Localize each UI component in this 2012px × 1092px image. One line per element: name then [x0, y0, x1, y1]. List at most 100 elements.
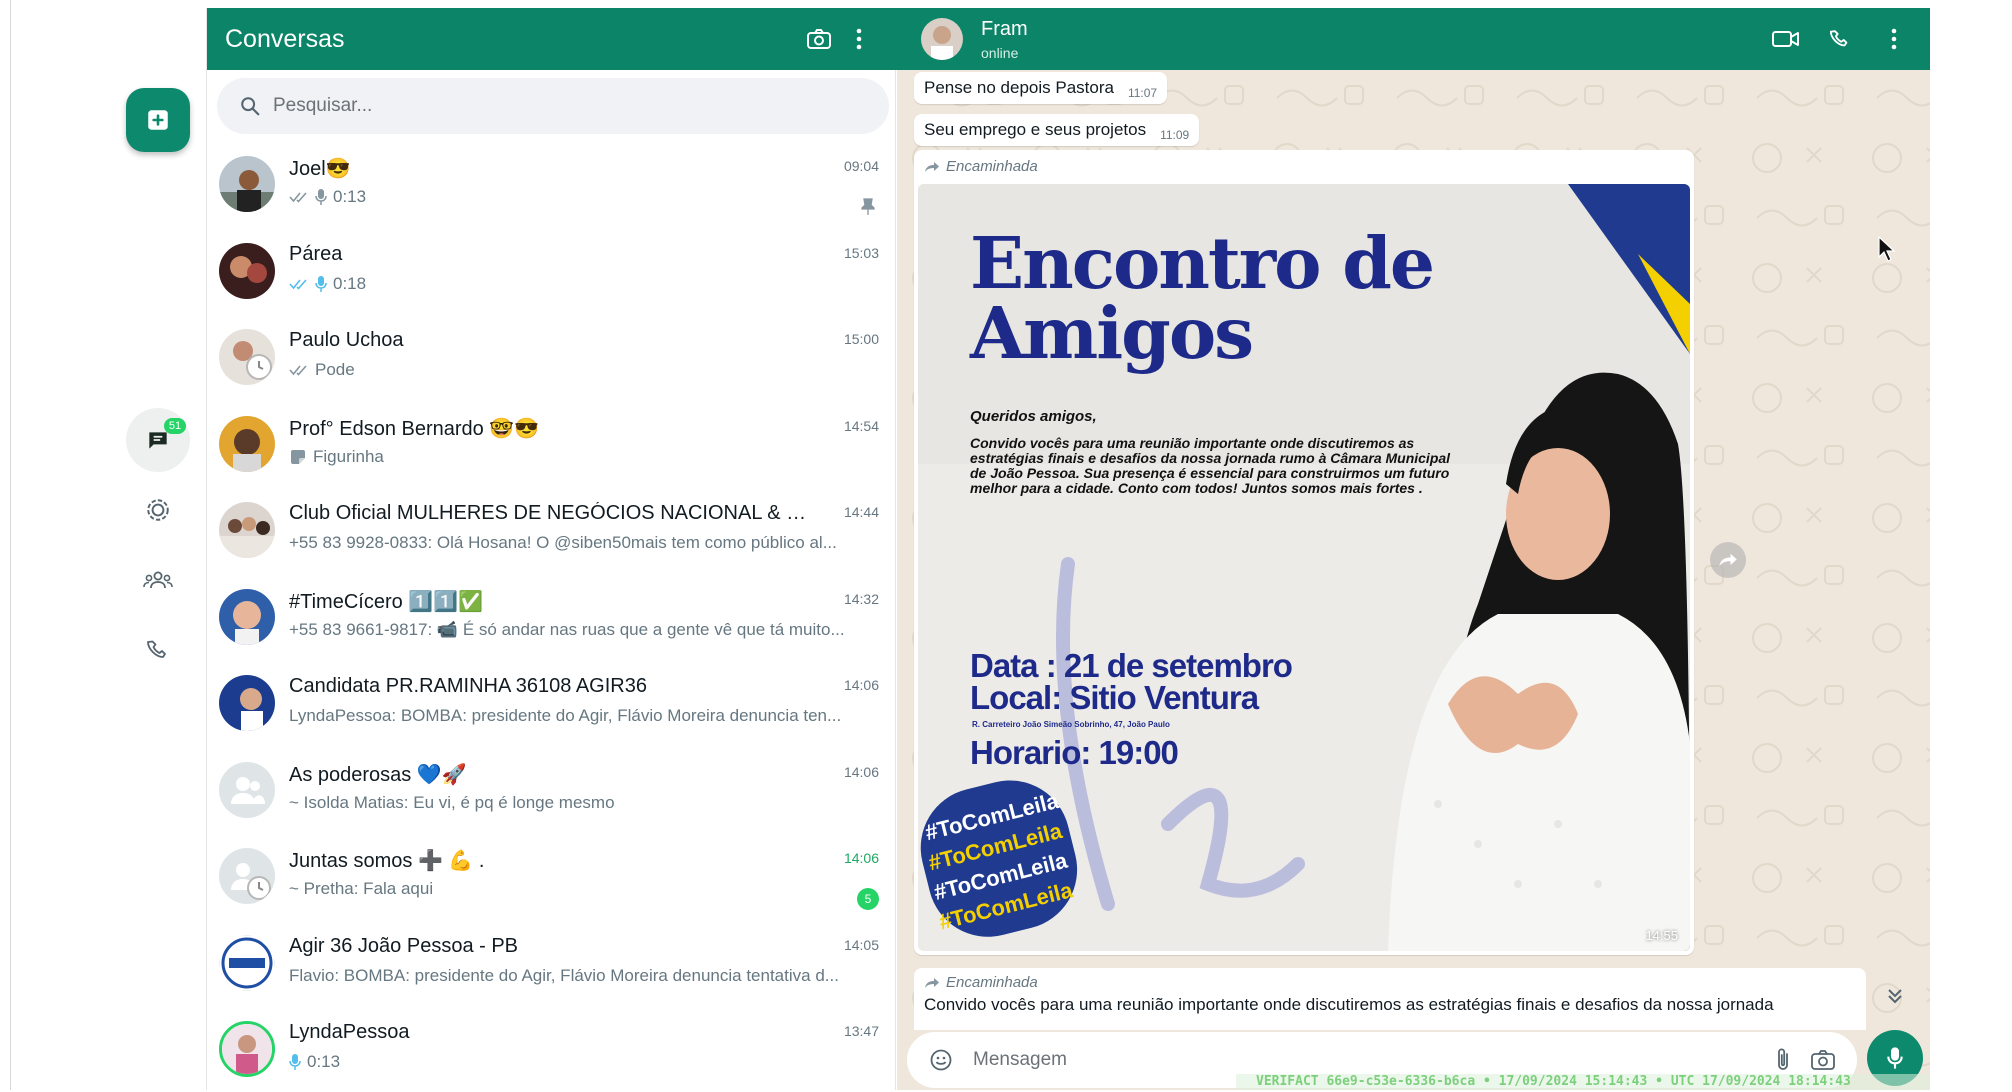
search-input[interactable]: [273, 95, 833, 117]
unread-count-badge: 5: [857, 888, 879, 910]
emoji-icon: [930, 1049, 952, 1071]
search-bar[interactable]: [217, 78, 889, 134]
chat-time: 14:32: [843, 590, 879, 607]
avatar: [219, 675, 275, 731]
conversation-menu-button[interactable]: [1874, 19, 1914, 59]
camera-icon: [807, 29, 831, 49]
phone-icon: [1829, 30, 1848, 47]
message-bubble[interactable]: Pense no depois Pastora 11:07: [914, 72, 1168, 104]
chat-preview: 0:18: [289, 274, 859, 294]
avatar: [219, 156, 275, 212]
chat-preview: Pode: [289, 360, 859, 380]
new-chat-icon: [148, 110, 168, 130]
chat-preview: 0:13: [289, 1052, 859, 1072]
message-time: 11:09: [1160, 128, 1190, 142]
chat-row-parea[interactable]: Párea 15:03 0:18: [207, 227, 897, 314]
poster-title: Encontro de Amigos: [970, 221, 1435, 375]
chat-time: 15:00: [843, 331, 879, 347]
search-icon: [241, 97, 260, 116]
avatar: [219, 415, 275, 472]
chat-time: 13:47: [843, 1023, 879, 1039]
avatar: [219, 242, 275, 299]
conversation-header[interactable]: Fram online: [897, 8, 1930, 70]
message-bubble[interactable]: Encaminhada Convido vocês para uma reuni…: [914, 968, 1866, 1030]
chat-row-lynda-pessoa[interactable]: LyndaPessoa 13:47 0:13: [207, 1005, 897, 1092]
message-text: Pense no depois Pastora: [924, 78, 1114, 97]
double-chevron-down-icon: [1888, 989, 1902, 1004]
chat-time: 14:06: [843, 677, 879, 693]
verifact-watermark: VERIFACT 66e9-c53e-6336-b6ca • 17/09/202…: [1236, 1074, 1930, 1090]
chat-time: 14:06: [843, 763, 879, 780]
camera-button[interactable]: [799, 19, 839, 59]
message-text: Convido vocês para uma reunião important…: [924, 995, 1774, 1014]
contact-info[interactable]: Fram online: [981, 18, 1028, 61]
more-vertical-icon: [856, 28, 862, 50]
chat-row-club-oficial[interactable]: Club Oficial MULHERES DE NEGÓCIOS NACION…: [207, 486, 897, 573]
whatsapp-web-window: 51 Conversas Joel😎 09:04: [0, 0, 2012, 1090]
image-message-time: 14:55: [1645, 928, 1678, 943]
chat-row-joel[interactable]: Joel😎 09:04 0:13: [207, 140, 897, 227]
avatar: [219, 588, 275, 645]
emoji-button[interactable]: [921, 1040, 961, 1080]
chat-preview-text: Pode: [315, 360, 355, 379]
poster-hour: Horario: 19:00: [970, 734, 1179, 771]
message-input[interactable]: [973, 1049, 1763, 1071]
double-check-blue-icon: [289, 278, 307, 290]
status-icon: [147, 499, 169, 521]
avatar: [219, 502, 275, 558]
more-vertical-icon: [1891, 28, 1897, 50]
nav-status[interactable]: [126, 478, 190, 542]
scroll-to-bottom-button[interactable]: [1877, 978, 1913, 1014]
communities-icon: [143, 571, 173, 589]
nav-communities[interactable]: [126, 548, 190, 612]
chat-row-paulo-uchoa[interactable]: Paulo Uchoa 15:00 Pode: [207, 313, 897, 400]
chat-name: LyndaPessoa: [289, 1021, 410, 1043]
list-menu-button[interactable]: [839, 19, 879, 59]
pin-icon: [861, 198, 875, 215]
forward-icon: [1719, 553, 1737, 567]
forwarded-label: Encaminhada: [924, 158, 1038, 175]
microphone-blue-icon: [289, 1054, 301, 1070]
camera-icon: [1811, 1050, 1835, 1070]
forward-image-button[interactable]: [1710, 542, 1746, 578]
chat-list-header: Conversas: [207, 8, 897, 70]
contact-avatar[interactable]: [921, 18, 963, 60]
group-avatar-placeholder: [219, 848, 275, 904]
chat-row-agir-36[interactable]: Agir 36 João Pessoa - PB 14:05 Flavio: B…: [207, 919, 897, 1006]
chat-preview: +55 83 9661-9817: 📹 É só andar nas ruas …: [289, 620, 859, 640]
contact-name: Fram: [981, 17, 1028, 40]
chat-row-time-cicero[interactable]: #TimeCícero 1️⃣1️⃣✅ 14:32 +55 83 9661-98…: [207, 573, 897, 660]
chat-row-candidata-raminha[interactable]: Candidata PR.RAMINHA 36108 AGIR36 14:06 …: [207, 659, 897, 746]
avatar: [219, 1021, 275, 1077]
mouse-cursor-icon: [1878, 236, 1896, 262]
chat-list: Joel😎 09:04 0:13 Párea 15:03 0:18 Paulo …: [207, 140, 897, 1092]
chat-preview: Flavio: BOMBA: presidente do Agir, Flávi…: [289, 966, 859, 986]
chat-time: 15:03: [843, 244, 879, 261]
message-bubble[interactable]: Seu emprego e seus projetos 11:09: [914, 114, 1200, 146]
forwarded-image[interactable]: #ToComLeila #ToComLeila #ToComLeila #ToC…: [918, 184, 1690, 951]
chat-row-as-poderosas[interactable]: As poderosas 💙🚀 14:06 ~ Isolda Matias: E…: [207, 746, 897, 833]
chat-preview-text: LyndaPessoa: BOMBA: presidente do Agir, …: [289, 706, 842, 725]
new-chat-button[interactable]: [126, 88, 190, 152]
chat-name: Agir 36 João Pessoa - PB: [289, 934, 519, 957]
video-call-button[interactable]: [1766, 19, 1806, 59]
conversation-actions: [1766, 19, 1914, 59]
forward-icon: [925, 161, 939, 172]
chat-list-panel: Conversas Joel😎 09:04 0:13: [206, 8, 897, 1092]
nav-calls[interactable]: [126, 618, 190, 682]
chat-name: As poderosas 💙🚀: [289, 763, 467, 786]
voice-call-button[interactable]: [1820, 19, 1860, 59]
video-camera-icon: [1772, 31, 1799, 47]
message-text: Seu emprego e seus projetos: [924, 120, 1147, 139]
chats-unread-badge: 51: [164, 418, 186, 434]
chat-preview-text: +55 83 9928-0833: Olá Hosana! O @siben50…: [289, 533, 837, 552]
microphone-blue-icon: [315, 275, 327, 292]
poster-greeting: Queridos amigos,: [970, 408, 1097, 425]
nav-chats[interactable]: 51: [126, 408, 190, 472]
chat-preview-text: 0:13: [307, 1052, 341, 1071]
image-message-bubble[interactable]: Encaminhada #ToComLeila #ToComLeila #ToC…: [914, 150, 1694, 955]
forwarded-text: Encaminhada: [946, 974, 1038, 991]
chat-row-prof-edson[interactable]: Prof° Edson Bernardo 🤓😎 14:54 Figurinha: [207, 400, 897, 487]
poster-address: R. Carreteiro João Simeão Sobrinho, 47, …: [972, 720, 1170, 729]
chat-row-juntas-somos[interactable]: Juntas somos ➕ 💪 . 14:06 ~ Pretha: Fala …: [207, 832, 897, 919]
